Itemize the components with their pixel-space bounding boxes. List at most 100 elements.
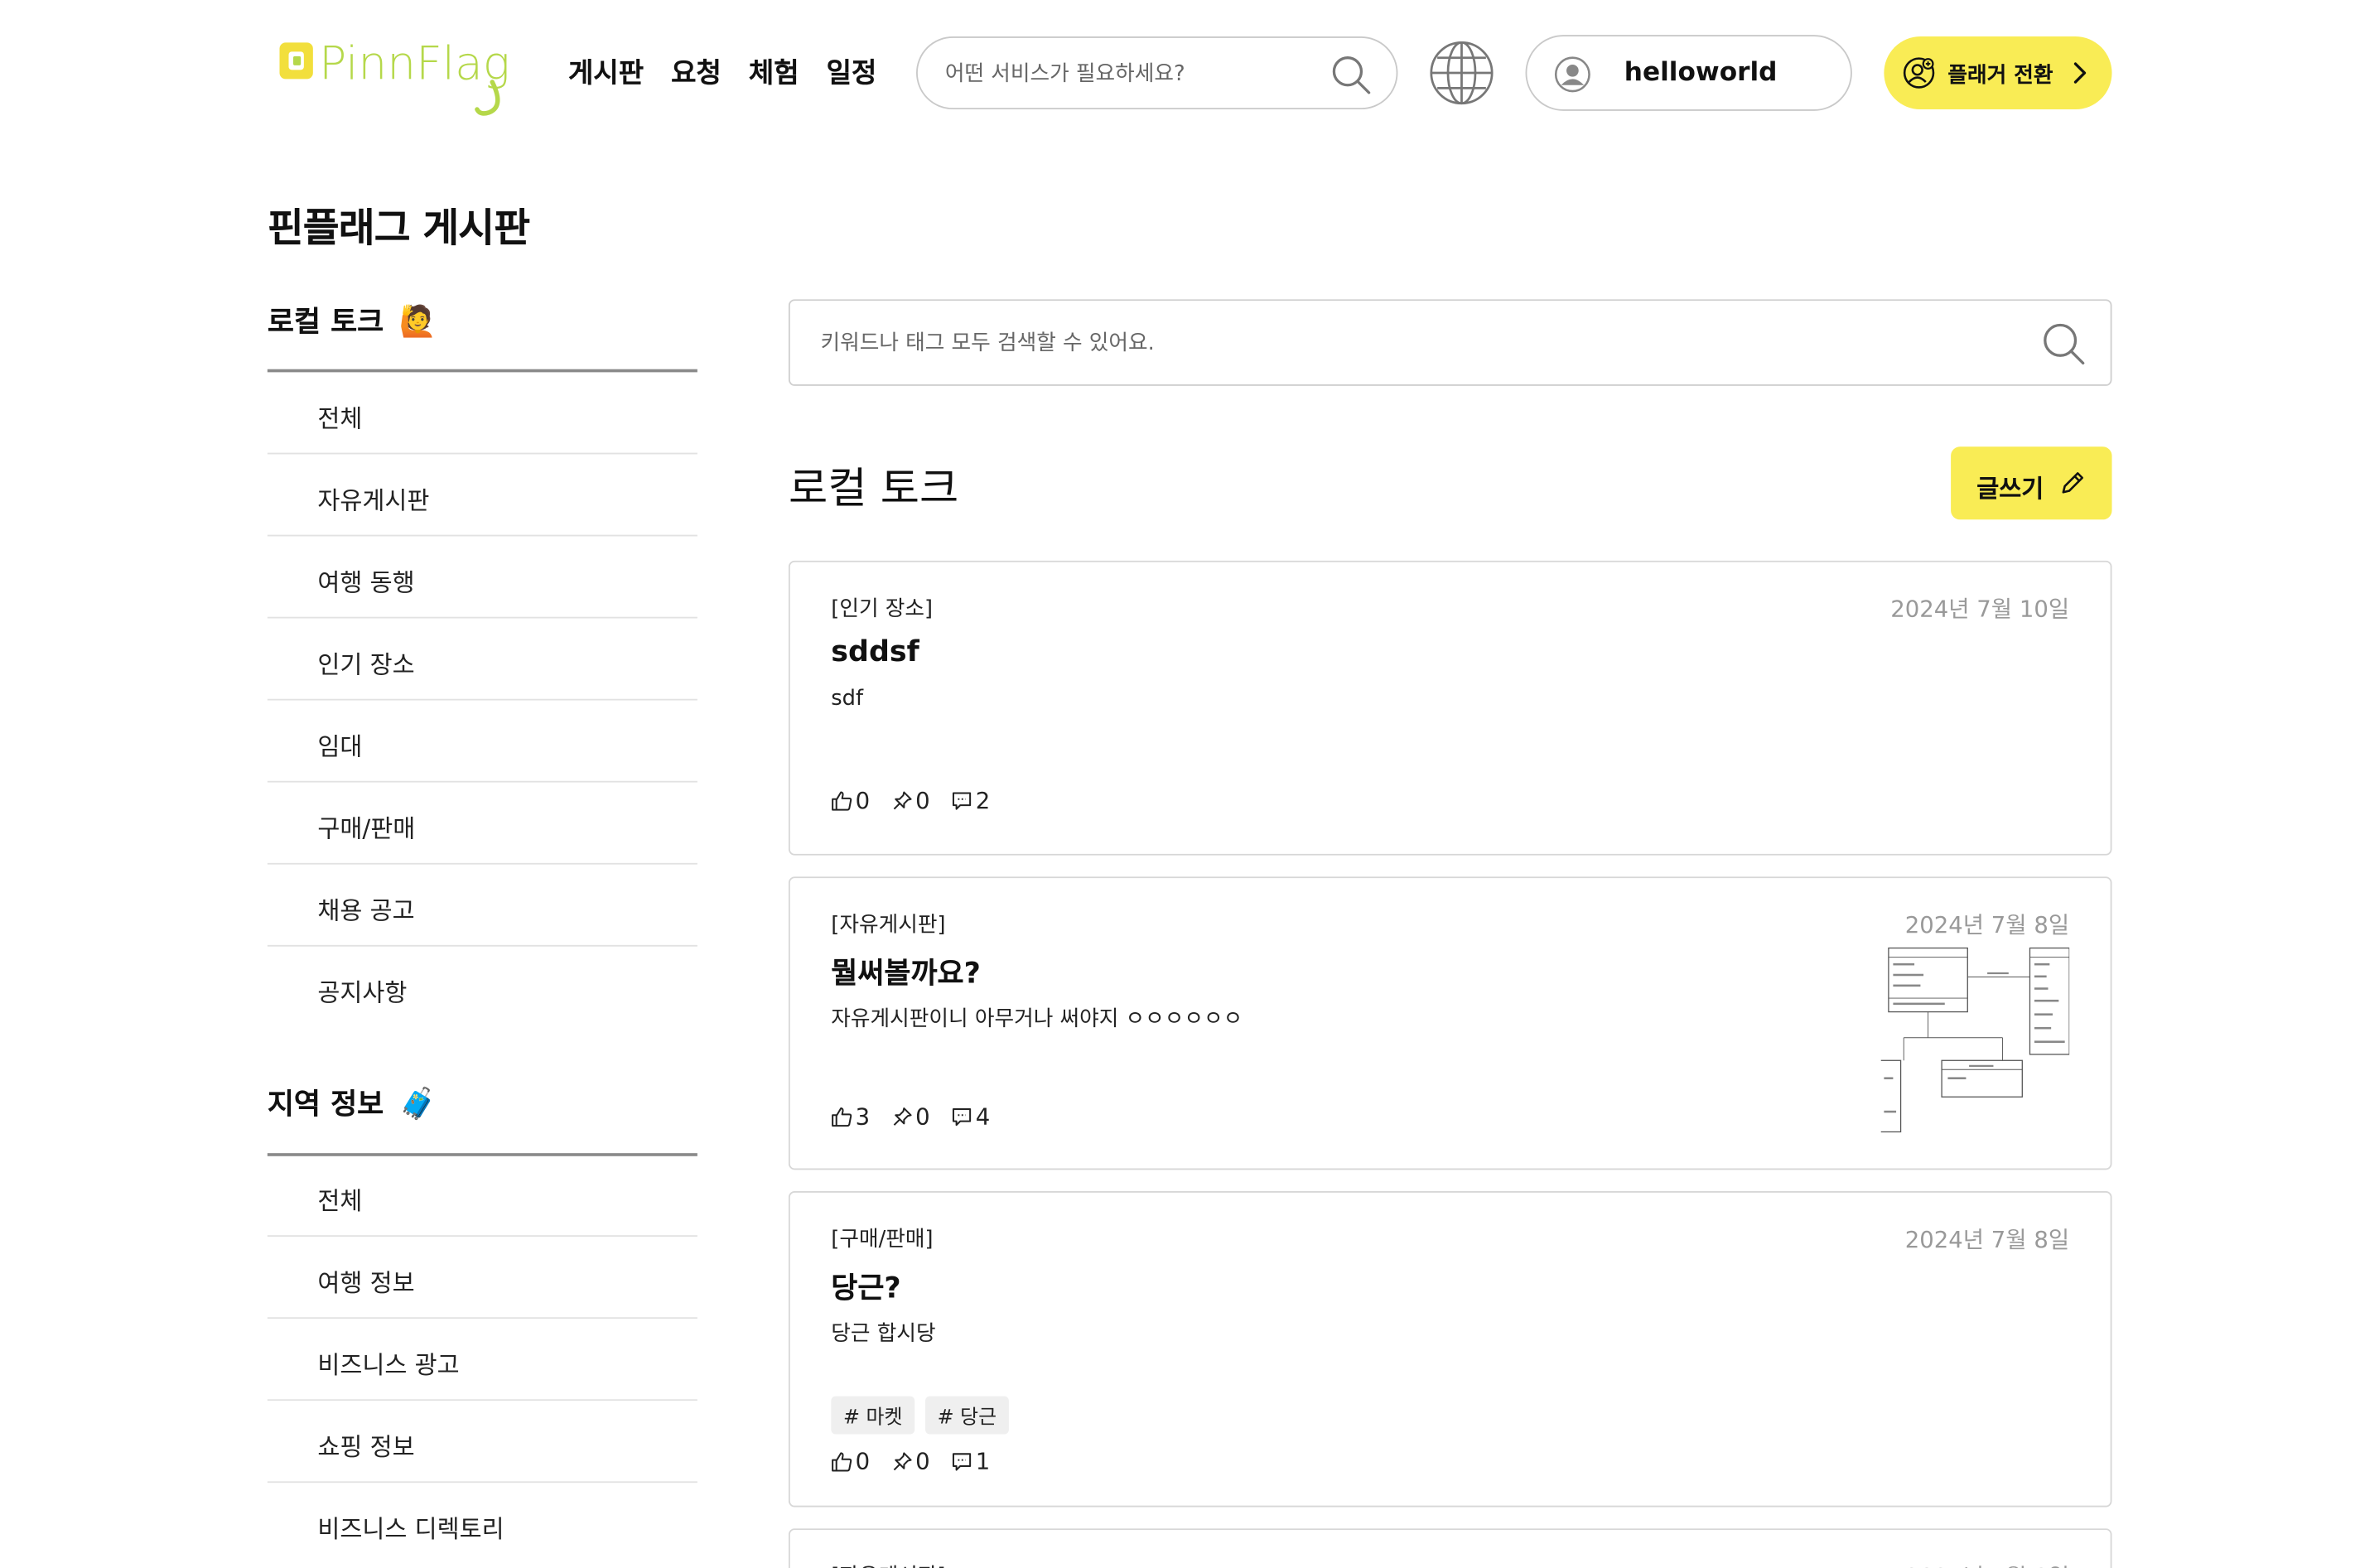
post-stats: 0 0 2 [831,787,990,814]
sidebar-item-label: 임대 [317,732,363,761]
sidebar-item-buy-sell[interactable]: 구매/판매 [267,783,697,865]
sidebar-item-label: 구매/판매 [317,814,416,843]
sidebar-item-label: 여행 동행 [317,567,415,597]
like-count[interactable]: 0 [831,1448,870,1475]
sidebar-group-local-talk: 로컬 토크 🙋 [268,299,437,340]
sidebar-item-notices[interactable]: 공지사항 [268,947,697,1029]
sidebar-group-title: 로컬 토크 [267,305,384,340]
post-stats: 0 0 1 [831,1448,990,1475]
sidebar-item-label: 공지사항 [317,978,408,1008]
pin-icon [892,1107,911,1126]
post-tag[interactable]: # 당근 [924,1396,1009,1435]
post-title: 뭘써볼까요? [831,957,981,991]
post-category: [인기 장소] [831,596,934,622]
sidebar-item-free-board[interactable]: 자유게시판 [267,454,697,537]
svg-text:PinnFlag: PinnFlag [319,36,510,89]
like-count[interactable]: 3 [831,1103,870,1131]
board-search-input[interactable] [820,325,1976,362]
sidebar-item-popular-places[interactable]: 인기 장소 [267,619,697,701]
post-date: 2024년 7월 10일 [1890,596,2070,624]
sidebar-item-all[interactable]: 전체 [267,372,697,455]
page-title: 핀플래그 게시판 [267,206,530,253]
sidebar-item-label: 쇼핑 정보 [317,1432,415,1462]
switch-to-flagger-button[interactable]: 플래거 전환 [1884,36,2112,110]
sidebar-item-travel-companion[interactable]: 여행 동행 [267,536,697,619]
sidebar-group-local-info: 지역 정보 🧳 [268,1082,437,1123]
nav-request[interactable]: 요청 [671,51,721,91]
post-title: 당근? [831,1271,901,1305]
pin-count-value: 0 [915,787,930,815]
sidebar-item-label: 비즈니스 디렉토리 [317,1514,504,1544]
post-card[interactable]: [구매/판매] 2024년 7월 8일 당근? 당근 합시당 # 마켓 # 당근… [788,1191,2112,1508]
pin-count[interactable]: 0 [891,787,930,814]
pin-count-value: 0 [915,1447,930,1475]
pencil-icon [2062,472,2084,494]
post-date: 2024년 7월 8일 [1905,1561,2069,1568]
sidebar-item-shopping-info[interactable]: 쇼핑 정보 [267,1401,697,1484]
comment-count[interactable]: 1 [951,1448,990,1475]
thumbs-up-icon [832,1107,852,1127]
pinnflag-logo[interactable]: PinnFlag [277,33,528,121]
post-thumbnail [1880,946,2070,1134]
like-count-value: 0 [855,787,871,815]
post-category: [자유게시판] [831,1561,945,1568]
local-info-emoji-icon: 🧳 [398,1083,437,1121]
user-menu[interactable]: helloworld [1525,35,1852,111]
user-avatar-icon [1554,56,1590,93]
comment-icon [953,1453,972,1471]
comment-count[interactable]: 2 [951,787,990,814]
service-search-input[interactable] [944,55,1310,93]
nav-experience[interactable]: 체험 [749,51,799,91]
sidebar-item-label: 비즈니스 광고 [317,1350,460,1380]
like-count-value: 0 [855,1447,871,1475]
post-date: 2024년 7월 8일 [1904,911,2070,939]
pin-count[interactable]: 0 [891,1448,930,1475]
like-count[interactable]: 0 [831,787,870,814]
sidebar-item-label: 여행 정보 [317,1268,415,1298]
post-tags: # 마켓 # 당근 [831,1396,1009,1435]
post-category: [자유게시판] [831,913,946,938]
sidebar-item-business-directory[interactable]: 비즈니스 디렉토리 [268,1483,697,1565]
board-search-box [788,299,2112,386]
comment-count-value: 1 [975,1447,991,1475]
nav-board[interactable]: 게시판 [568,51,644,91]
sidebar-item-all[interactable]: 전체 [267,1155,697,1238]
sidebar-item-rental[interactable]: 임대 [267,701,697,783]
post-card[interactable]: [인기 장소] 2024년 7월 10일 sddsf sdf 0 0 2 [788,560,2112,856]
sidebar-item-travel-info[interactable]: 여행 정보 [267,1237,697,1320]
pin-icon [892,1452,911,1471]
sidebar-item-jobs[interactable]: 채용 공고 [267,865,697,947]
comment-icon [953,1107,972,1127]
search-icon[interactable] [1330,53,1372,95]
comment-count-value: 4 [975,1102,991,1131]
post-body: 자유게시판이니 아무거나 써야지 ㅇㅇㅇㅇㅇㅇ [831,1007,1243,1032]
post-body: 당근 합시당 [831,1321,936,1347]
pin-count[interactable]: 0 [891,1103,930,1131]
top-header: PinnFlag 게시판 요청 체험 일정 어떤 서비스가 필요하세요? hel… [0,0,2355,146]
sidebar-item-label: 인기 장소 [317,650,415,679]
section-title: 로컬 토크 [788,463,959,514]
service-search-box [916,36,1398,110]
pin-icon [892,791,911,810]
switch-label: 플래거 전환 [1947,64,2053,89]
post-title: sddsf [831,634,919,669]
user-switch-icon [1903,57,1935,89]
like-count-value: 3 [855,1102,871,1131]
sidebar-group-title: 지역 정보 [267,1088,384,1122]
post-tag[interactable]: # 마켓 [831,1396,915,1435]
post-card[interactable]: [자유게시판] 2024년 7월 8일 뭘써볼까요? 자유게시판이니 아무거나 … [788,876,2112,1170]
write-label: 글쓰기 [1976,474,2044,504]
comment-count-value: 2 [975,787,991,815]
search-icon[interactable] [2040,321,2086,366]
sidebar-item-label: 전체 [317,1186,363,1216]
nav-schedule[interactable]: 일정 [827,51,877,91]
local-talk-emoji-icon: 🙋 [398,302,437,339]
sidebar-item-label: 전체 [317,403,363,433]
globe-icon[interactable] [1428,40,1495,107]
sidebar-item-business-ads[interactable]: 비즈니스 광고 [267,1319,697,1402]
thumbs-up-icon [832,791,852,811]
write-post-button[interactable]: 글쓰기 [1951,446,2112,520]
comment-count[interactable]: 4 [951,1103,990,1131]
post-card[interactable]: [자유게시판] 2024년 7월 8일 [788,1528,2112,1568]
main-nav: 게시판 요청 체험 일정 [568,51,876,91]
